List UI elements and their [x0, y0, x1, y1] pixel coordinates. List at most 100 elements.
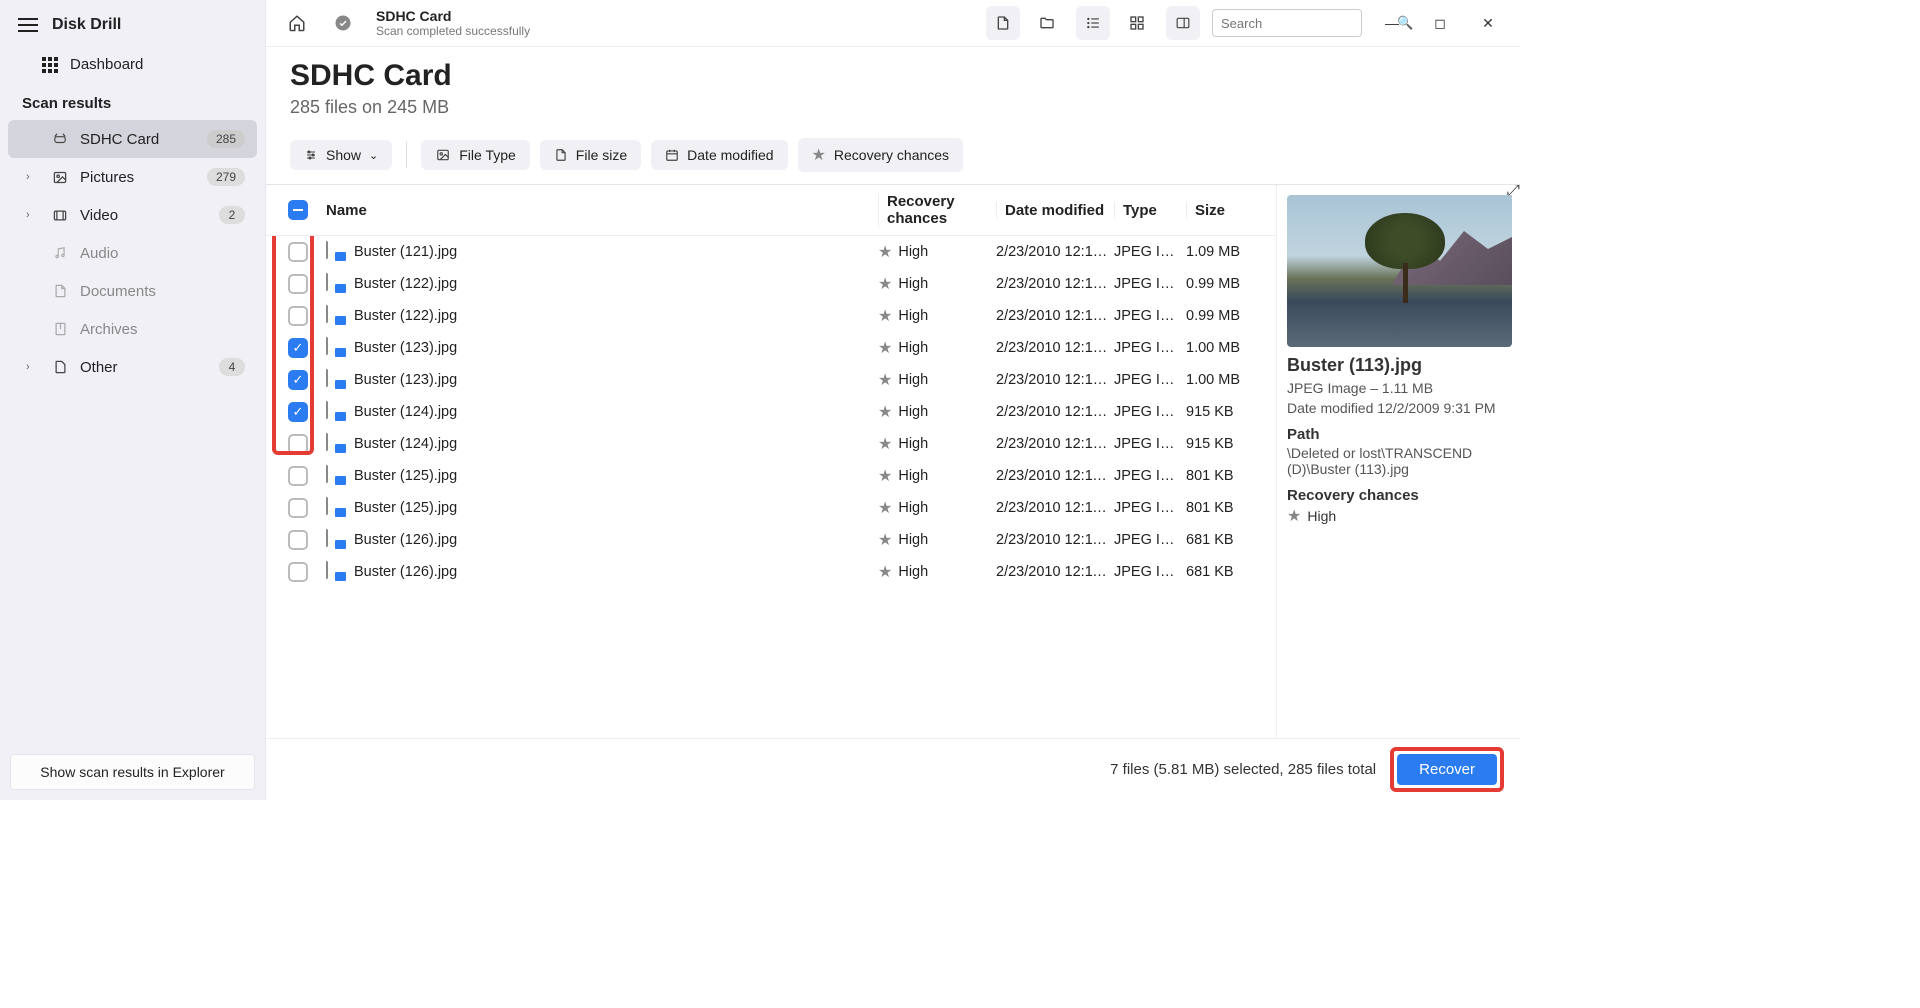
row-checkbox[interactable] [288, 434, 308, 454]
sidebar-section-title: Scan results [0, 83, 265, 120]
row-checkbox[interactable] [288, 530, 308, 550]
file-recovery: High [898, 564, 928, 580]
preview-chances: High [1307, 508, 1336, 524]
row-checkbox[interactable] [288, 498, 308, 518]
table-row[interactable]: Buster (122).jpg★High2/23/2010 12:10…JPE… [266, 300, 1276, 332]
toggle-preview-button[interactable] [1166, 6, 1200, 40]
table-row[interactable]: Buster (122).jpg★High2/23/2010 12:10…JPE… [266, 268, 1276, 300]
star-icon: ★ [878, 562, 892, 582]
col-type[interactable]: Type [1114, 202, 1186, 219]
col-recovery[interactable]: Recovery chances [878, 193, 996, 227]
sidebar-item-badge: 279 [207, 168, 245, 186]
chevron-right-icon: › [26, 171, 40, 183]
sidebar-item-documents[interactable]: ›Documents [8, 272, 257, 310]
star-icon: ★ [878, 274, 892, 294]
filter-bar: Show ⌄ File Type File size Date modified… [266, 126, 1520, 184]
show-in-explorer-button[interactable]: Show scan results in Explorer [10, 754, 255, 790]
maximize-button[interactable]: ◻ [1422, 9, 1458, 37]
sidebar-item-audio[interactable]: ›Audio [8, 234, 257, 272]
grid-icon [42, 57, 58, 73]
chevron-down-icon: ⌄ [369, 149, 378, 162]
table-row[interactable]: Buster (126).jpg★High2/23/2010 12:11…JPE… [266, 556, 1276, 588]
home-button[interactable] [280, 6, 314, 40]
table-row[interactable]: Buster (121).jpg★High2/23/2010 12:10…JPE… [266, 236, 1276, 268]
row-checkbox[interactable] [288, 242, 308, 262]
view-folder-button[interactable] [1030, 6, 1064, 40]
star-icon: ★ [878, 370, 892, 390]
row-checkbox[interactable]: ✓ [288, 338, 308, 358]
row-checkbox[interactable] [288, 466, 308, 486]
topbar-subtitle: Scan completed successfully [376, 24, 974, 38]
file-type: JPEG Im… [1114, 308, 1186, 324]
file-icon [554, 147, 568, 163]
filetype-filter-button[interactable]: File Type [421, 140, 530, 170]
sidebar-item-dashboard[interactable]: Dashboard [0, 46, 265, 83]
row-checkbox[interactable] [288, 306, 308, 326]
date-filter-button[interactable]: Date modified [651, 140, 787, 170]
topbar-title: SDHC Card [376, 8, 974, 24]
preview-image[interactable] [1287, 195, 1512, 347]
table-row[interactable]: Buster (125).jpg★High2/23/2010 12:11…JPE… [266, 460, 1276, 492]
table-row[interactable]: ✓Buster (124).jpg★High2/23/2010 12:10…JP… [266, 396, 1276, 428]
star-icon: ★ [878, 338, 892, 358]
table-row[interactable]: ✓Buster (123).jpg★High2/23/2010 12:10…JP… [266, 332, 1276, 364]
preview-filename: Buster (113).jpg [1287, 355, 1512, 376]
view-list-button[interactable] [1076, 6, 1110, 40]
search-field[interactable] [1221, 16, 1397, 31]
row-checkbox[interactable]: ✓ [288, 402, 308, 422]
file-name: Buster (123).jpg [354, 372, 457, 388]
table-row[interactable]: Buster (125).jpg★High2/23/2010 12:11…JPE… [266, 492, 1276, 524]
col-name[interactable]: Name [320, 202, 878, 219]
preview-path-label: Path [1287, 426, 1512, 443]
file-type: JPEG Im… [1114, 404, 1186, 420]
search-input[interactable]: 🔍 [1212, 9, 1362, 37]
file-recovery: High [898, 532, 928, 548]
select-all-checkbox[interactable] [288, 200, 308, 220]
sidebar-item-sdhc-card[interactable]: ›SDHC Card285 [8, 120, 257, 158]
recover-highlight: Recover [1390, 747, 1504, 792]
file-size: 801 KB [1186, 500, 1266, 516]
row-checkbox[interactable] [288, 274, 308, 294]
chevron-right-icon: › [26, 361, 40, 373]
sidebar-item-pictures[interactable]: ›Pictures279 [8, 158, 257, 196]
file-size: 681 KB [1186, 564, 1266, 580]
drive-icon [50, 129, 70, 149]
close-button[interactable]: ✕ [1470, 9, 1506, 37]
view-file-button[interactable] [986, 6, 1020, 40]
sidebar-item-archives[interactable]: ›Archives [8, 310, 257, 348]
filesize-filter-button[interactable]: File size [540, 140, 641, 170]
view-grid-button[interactable] [1120, 6, 1154, 40]
col-size[interactable]: Size [1186, 202, 1266, 219]
page-subtitle: 285 files on 245 MB [290, 97, 1496, 118]
preview-modified: Date modified 12/2/2009 9:31 PM [1287, 400, 1512, 416]
row-checkbox[interactable]: ✓ [288, 370, 308, 390]
file-size: 0.99 MB [1186, 276, 1266, 292]
file-recovery: High [898, 308, 928, 324]
file-date: 2/23/2010 12:10… [996, 340, 1114, 356]
minimize-button[interactable]: — [1374, 9, 1410, 37]
col-date[interactable]: Date modified [996, 202, 1114, 219]
file-name: Buster (124).jpg [354, 404, 457, 420]
image-icon [50, 167, 70, 187]
file-type: JPEG Im… [1114, 500, 1186, 516]
recover-button[interactable]: Recover [1397, 754, 1497, 785]
star-icon: ★ [878, 530, 892, 550]
table-row[interactable]: Buster (126).jpg★High2/23/2010 12:11…JPE… [266, 524, 1276, 556]
sidebar-item-video[interactable]: ›Video2 [8, 196, 257, 234]
table-row[interactable]: ✓Buster (123).jpg★High2/23/2010 12:10…JP… [266, 364, 1276, 396]
file-type: JPEG Im… [1114, 244, 1186, 260]
file-recovery: High [898, 404, 928, 420]
archive-icon [50, 319, 70, 339]
file-date: 2/23/2010 12:10… [996, 372, 1114, 388]
show-filter-button[interactable]: Show ⌄ [290, 140, 392, 170]
file-date: 2/23/2010 12:10… [996, 404, 1114, 420]
preview-meta: JPEG Image – 1.11 MB [1287, 380, 1512, 396]
sidebar-item-other[interactable]: ›Other4 [8, 348, 257, 386]
file-recovery: High [898, 340, 928, 356]
table-row[interactable]: Buster (124).jpg★High2/23/2010 12:10…JPE… [266, 428, 1276, 460]
sidebar-item-label: Documents [80, 283, 245, 300]
row-checkbox[interactable] [288, 562, 308, 582]
app-title: Disk Drill [52, 16, 121, 34]
menu-icon[interactable] [18, 18, 38, 32]
recovery-filter-button[interactable]: ★ Recovery chances [798, 138, 964, 172]
